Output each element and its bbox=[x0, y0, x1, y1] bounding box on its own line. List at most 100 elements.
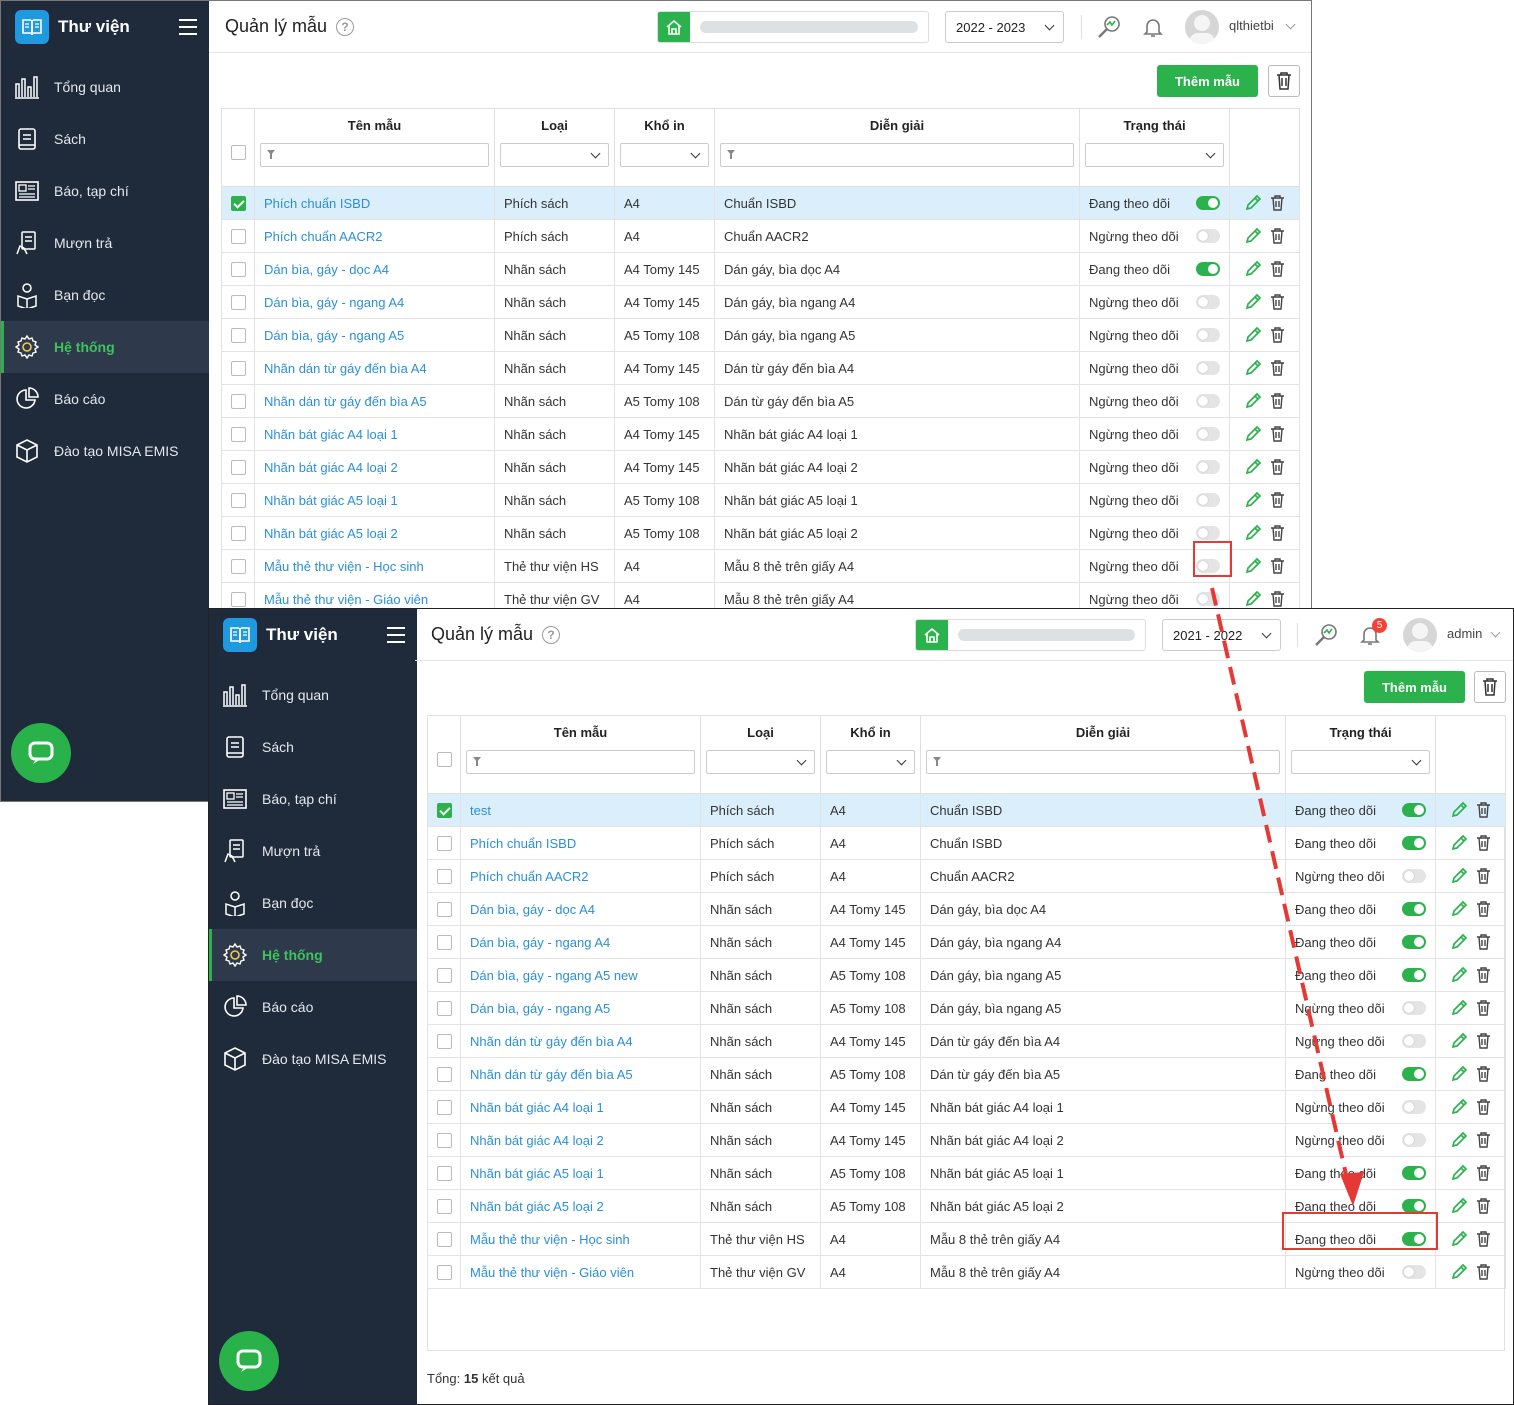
table-row[interactable]: Phích chuẩn AACR2 Phích sách A4 Chuẩn AACR2… bbox=[221, 219, 1300, 253]
delete-trash-icon[interactable] bbox=[1476, 934, 1491, 950]
template-name-link[interactable]: Dán bìa, gáy - ngang A5 bbox=[254, 318, 495, 352]
row-checkbox[interactable] bbox=[436, 935, 452, 951]
sidebar-item-2[interactable]: Báo, tạp chí bbox=[209, 773, 417, 825]
delete-trash-icon[interactable] bbox=[1476, 868, 1491, 884]
status-toggle[interactable] bbox=[1402, 1199, 1426, 1213]
row-checkbox[interactable] bbox=[230, 262, 246, 278]
select-all-checkbox[interactable] bbox=[230, 145, 246, 161]
table-row[interactable]: Nhãn bát giác A5 loại 1 Nhãn sách A5 Tomy … bbox=[427, 1156, 1506, 1190]
sidebar-item-1[interactable]: Sách bbox=[1, 113, 209, 165]
template-name-link[interactable]: Dán bìa, gáy - dọc A4 bbox=[254, 252, 495, 286]
row-checkbox[interactable] bbox=[436, 1133, 452, 1149]
sidebar-item-4[interactable]: Bạn đọc bbox=[209, 877, 417, 929]
status-toggle[interactable] bbox=[1196, 295, 1220, 309]
school-year-select[interactable]: 2021 - 2022 bbox=[1162, 619, 1281, 651]
table-row[interactable]: Dán bìa, gáy - ngang A4 Nhãn sách A4 Tomy … bbox=[427, 925, 1506, 959]
row-checkbox[interactable] bbox=[436, 803, 452, 819]
row-checkbox[interactable] bbox=[230, 526, 246, 542]
delete-trash-icon[interactable] bbox=[1476, 967, 1491, 983]
row-checkbox[interactable] bbox=[230, 559, 246, 575]
delete-trash-icon[interactable] bbox=[1270, 492, 1285, 508]
status-toggle[interactable] bbox=[1402, 1001, 1426, 1015]
table-row[interactable]: Nhãn dán từ gáy đến bìa A5 Nhãn sách A5 To… bbox=[427, 1057, 1506, 1091]
delete-trash-icon[interactable] bbox=[1476, 901, 1491, 917]
sidebar-item-3[interactable]: Mượn trả bbox=[1, 217, 209, 269]
column-filter-input[interactable] bbox=[926, 750, 1280, 774]
analytics-icon[interactable] bbox=[1095, 13, 1123, 41]
delete-trash-icon[interactable] bbox=[1270, 261, 1285, 277]
status-toggle[interactable] bbox=[1196, 592, 1220, 606]
sidebar-item-5[interactable]: Hệ thống bbox=[1, 321, 209, 373]
delete-trash-icon[interactable] bbox=[1270, 327, 1285, 343]
column-filter-select[interactable] bbox=[826, 750, 915, 774]
edit-pencil-icon[interactable] bbox=[1450, 1164, 1468, 1182]
table-row[interactable]: Dán bìa, gáy - dọc A4 Nhãn sách A4 Tomy 14… bbox=[427, 892, 1506, 926]
sidebar-item-3[interactable]: Mượn trả bbox=[209, 825, 417, 877]
row-checkbox[interactable] bbox=[436, 1199, 452, 1215]
column-filter-input[interactable] bbox=[466, 750, 695, 774]
row-checkbox[interactable] bbox=[230, 460, 246, 476]
edit-pencil-icon[interactable] bbox=[1450, 1131, 1468, 1149]
template-name-link[interactable]: Nhãn dán từ gáy đến bìa A4 bbox=[254, 351, 495, 385]
avatar[interactable] bbox=[1185, 10, 1219, 44]
help-icon[interactable]: ? bbox=[542, 625, 561, 644]
status-toggle[interactable] bbox=[1196, 526, 1220, 540]
sidebar-item-0[interactable]: Tổng quan bbox=[209, 669, 417, 721]
row-checkbox[interactable] bbox=[230, 427, 246, 443]
template-name-link[interactable]: Nhãn dán từ gáy đến bìa A4 bbox=[460, 1024, 701, 1058]
bell-icon[interactable]: 5 bbox=[1356, 618, 1387, 649]
school-year-select[interactable]: 2022 - 2023 bbox=[945, 11, 1064, 43]
edit-pencil-icon[interactable] bbox=[1450, 834, 1468, 852]
row-checkbox[interactable] bbox=[230, 592, 246, 608]
column-filter-select[interactable] bbox=[1291, 750, 1430, 774]
row-checkbox[interactable] bbox=[436, 1034, 452, 1050]
table-row[interactable]: Nhãn bát giác A4 loại 2 Nhãn sách A4 Tomy … bbox=[427, 1123, 1506, 1157]
row-checkbox[interactable] bbox=[436, 1067, 452, 1083]
table-row[interactable]: Phích chuẩn AACR2 Phích sách A4 Chuẩn AACR2… bbox=[427, 859, 1506, 893]
delete-trash-icon[interactable] bbox=[1476, 802, 1491, 818]
status-toggle[interactable] bbox=[1402, 1100, 1426, 1114]
row-checkbox[interactable] bbox=[230, 196, 246, 212]
sidebar-item-0[interactable]: Tổng quan bbox=[1, 61, 209, 113]
row-checkbox[interactable] bbox=[230, 295, 246, 311]
table-row[interactable]: Dán bìa, gáy - ngang A5 Nhãn sách A5 Tomy … bbox=[221, 318, 1300, 352]
edit-pencil-icon[interactable] bbox=[1244, 491, 1262, 509]
delete-trash-icon[interactable] bbox=[1476, 1066, 1491, 1082]
delete-trash-icon[interactable] bbox=[1270, 525, 1285, 541]
avatar[interactable] bbox=[1403, 618, 1437, 652]
school-selector[interactable] bbox=[915, 619, 1146, 651]
edit-pencil-icon[interactable] bbox=[1244, 260, 1262, 278]
status-toggle[interactable] bbox=[1402, 1265, 1426, 1279]
template-name-link[interactable]: Nhãn bát giác A4 loại 2 bbox=[254, 450, 495, 484]
row-checkbox[interactable] bbox=[436, 1265, 452, 1281]
table-row[interactable]: Phích chuẩn ISBD Phích sách A4 Chuẩn ISBD Đa… bbox=[221, 186, 1300, 220]
table-row[interactable]: Dán bìa, gáy - ngang A5 Nhãn sách A5 Tomy … bbox=[427, 991, 1506, 1025]
status-toggle[interactable] bbox=[1196, 328, 1220, 342]
template-name-link[interactable]: Dán bìa, gáy - ngang A4 bbox=[254, 285, 495, 319]
delete-trash-icon[interactable] bbox=[1476, 1132, 1491, 1148]
template-name-link[interactable]: Dán bìa, gáy - ngang A4 bbox=[460, 925, 701, 959]
edit-pencil-icon[interactable] bbox=[1450, 999, 1468, 1017]
edit-pencil-icon[interactable] bbox=[1244, 557, 1262, 575]
status-toggle[interactable] bbox=[1196, 361, 1220, 375]
delete-trash-icon[interactable] bbox=[1476, 1198, 1491, 1214]
delete-trash-icon[interactable] bbox=[1476, 1231, 1491, 1247]
edit-pencil-icon[interactable] bbox=[1450, 1065, 1468, 1083]
column-filter-select[interactable] bbox=[706, 750, 815, 774]
template-name-link[interactable]: Mẫu thẻ thư viện - Học sinh bbox=[254, 549, 495, 583]
table-row[interactable]: Phích chuẩn ISBD Phích sách A4 Chuẩn ISBD Đa… bbox=[427, 826, 1506, 860]
template-name-link[interactable]: Nhãn bát giác A5 loại 1 bbox=[254, 483, 495, 517]
status-toggle[interactable] bbox=[1196, 427, 1220, 441]
edit-pencil-icon[interactable] bbox=[1450, 900, 1468, 918]
row-checkbox[interactable] bbox=[230, 229, 246, 245]
column-filter-select[interactable] bbox=[1085, 143, 1224, 167]
row-checkbox[interactable] bbox=[436, 968, 452, 984]
add-template-button[interactable]: Thêm mẫu bbox=[1364, 671, 1465, 703]
status-toggle[interactable] bbox=[1196, 493, 1220, 507]
delete-trash-icon[interactable] bbox=[1270, 228, 1285, 244]
template-name-link[interactable]: Nhãn bát giác A5 loại 2 bbox=[254, 516, 495, 550]
status-toggle[interactable] bbox=[1196, 229, 1220, 243]
status-toggle[interactable] bbox=[1196, 460, 1220, 474]
sidebar-item-2[interactable]: Báo, tạp chí bbox=[1, 165, 209, 217]
edit-pencil-icon[interactable] bbox=[1450, 1197, 1468, 1215]
